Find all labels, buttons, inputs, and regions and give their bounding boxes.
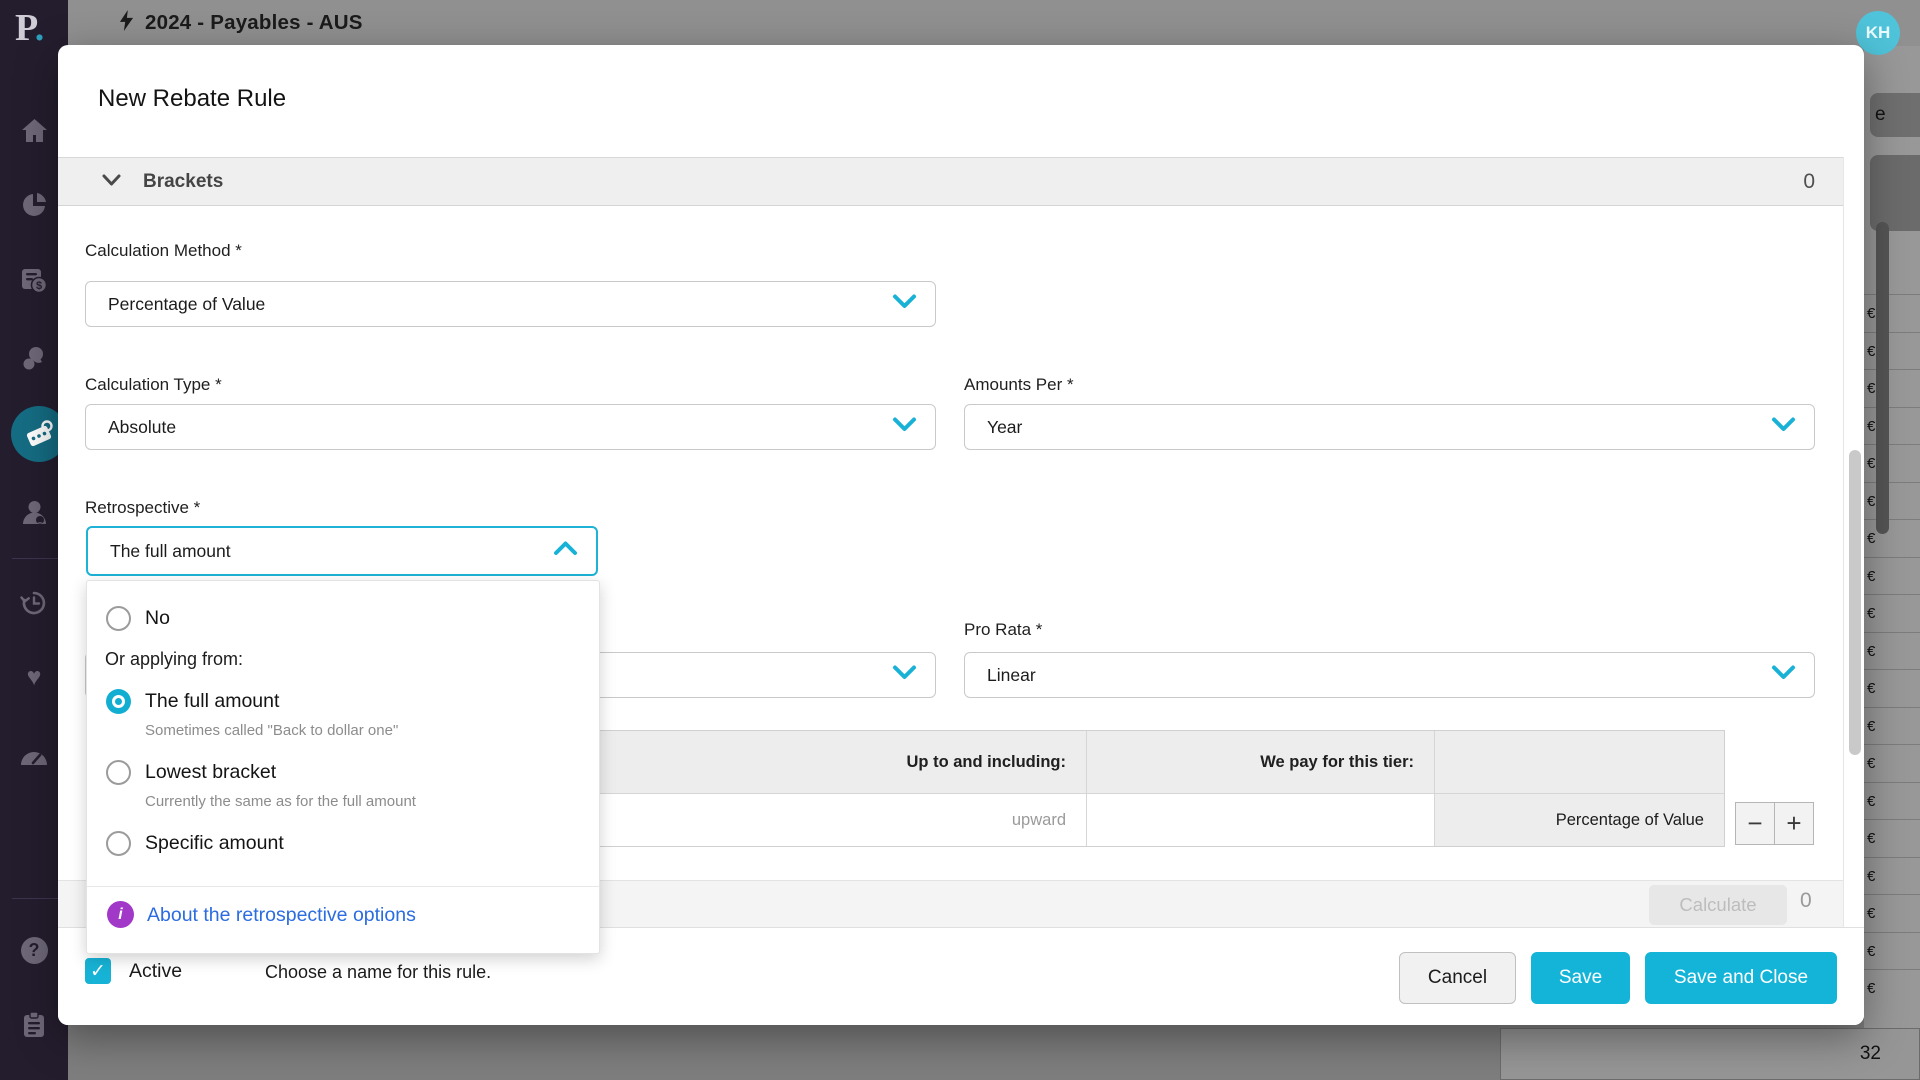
- panel-divider: [87, 886, 599, 887]
- pro-rata-label: Pro Rata *: [964, 620, 1042, 640]
- brackets-section-header[interactable]: Brackets 0: [58, 157, 1843, 206]
- active-checkbox[interactable]: ✓: [85, 958, 111, 984]
- invoice-dollar-icon: $: [19, 267, 49, 295]
- app-logo[interactable]: P.: [15, 6, 44, 50]
- avatar[interactable]: KH: [1856, 11, 1900, 55]
- radio-specific-amount-label[interactable]: Specific amount: [145, 832, 284, 855]
- question-icon: ?: [21, 937, 48, 964]
- column-header: We pay for this tier:: [1086, 731, 1434, 793]
- screen: 2024 - Payables - AUS e €€€€€€€€€€€€€€€€…: [0, 0, 1920, 1080]
- pie-chart-icon: [21, 191, 48, 218]
- radio-specific-amount[interactable]: [106, 831, 131, 856]
- minus-icon: −: [1747, 808, 1762, 839]
- section-label: Brackets: [143, 171, 223, 193]
- calculation-method-select[interactable]: Percentage of Value: [85, 281, 936, 327]
- modal-title: New Rebate Rule: [98, 85, 286, 113]
- radio-no-label[interactable]: No: [145, 607, 170, 630]
- name-hint: Choose a name for this rule.: [265, 962, 491, 983]
- sidebar-divider-bottom: [12, 898, 58, 899]
- chevron-down-icon: [892, 294, 917, 314]
- chevron-down-icon: [1771, 417, 1796, 437]
- clipboard-icon: [21, 1011, 47, 1039]
- calculate-button[interactable]: Calculate: [1649, 885, 1787, 925]
- remove-bracket-button[interactable]: −: [1735, 802, 1775, 845]
- brackets-table: Up to and including: We pay for this tie…: [593, 730, 1725, 847]
- new-rebate-rule-modal: New Rebate Rule Brackets 0 Calculation M…: [58, 45, 1864, 1025]
- history-icon: [20, 589, 48, 617]
- active-label: Active: [129, 960, 182, 983]
- retrospective-options-link[interactable]: About the retrospective options: [147, 904, 416, 927]
- add-bracket-button[interactable]: +: [1774, 802, 1814, 845]
- check-icon: ✓: [90, 960, 106, 983]
- contact-icon: [20, 345, 48, 372]
- amounts-per-label: Amounts Per *: [964, 375, 1074, 395]
- modal-scrollbar-track: [1843, 157, 1844, 927]
- radio-no[interactable]: [106, 606, 131, 631]
- user-icon: [21, 499, 48, 525]
- retrospective-select[interactable]: The full amount: [86, 526, 598, 576]
- radio-full-amount-label[interactable]: The full amount: [145, 690, 279, 713]
- table-row: Percentage of Value: [594, 793, 1724, 846]
- row-unit-cell: Percentage of Value: [1434, 794, 1724, 846]
- calculate-count: 0: [1800, 889, 1812, 913]
- table-header-row: Up to and including: We pay for this tie…: [594, 731, 1724, 793]
- column-header: Up to and including:: [594, 731, 1086, 793]
- chevron-down-icon: [1771, 665, 1796, 685]
- we-pay-input[interactable]: [1087, 794, 1434, 846]
- heart-icon: ♥: [27, 663, 42, 692]
- up-to-input[interactable]: [594, 794, 1086, 846]
- info-icon: i: [107, 901, 134, 928]
- chevron-down-icon: [892, 417, 917, 437]
- radio-lowest-bracket-label[interactable]: Lowest bracket: [145, 761, 276, 784]
- svg-text:$: $: [36, 280, 42, 292]
- column-header: [1434, 731, 1724, 793]
- save-button[interactable]: Save: [1531, 952, 1630, 1004]
- gauge-icon: [20, 748, 48, 766]
- rebate-tag-icon: [22, 417, 56, 451]
- sidebar-divider: [12, 558, 58, 559]
- chevron-down-icon: [892, 665, 917, 685]
- chevron-down-icon: [102, 173, 121, 191]
- radio-lowest-bracket[interactable]: [106, 760, 131, 785]
- pro-rata-select[interactable]: Linear: [964, 652, 1815, 698]
- plus-icon: +: [1786, 808, 1801, 839]
- calculation-type-select[interactable]: Absolute: [85, 404, 936, 450]
- cancel-button[interactable]: Cancel: [1399, 952, 1516, 1004]
- chevron-up-icon: [553, 541, 578, 561]
- save-and-close-button[interactable]: Save and Close: [1645, 952, 1837, 1004]
- amounts-per-select[interactable]: Year: [964, 404, 1815, 450]
- calculation-type-label: Calculation Type *: [85, 375, 222, 395]
- retrospective-label: Retrospective *: [85, 498, 200, 518]
- calculation-method-label: Calculation Method *: [85, 241, 242, 261]
- radio-full-amount[interactable]: [106, 689, 131, 714]
- radio-full-amount-hint: Sometimes called "Back to dollar one": [145, 722, 398, 739]
- modal-scrollbar-thumb[interactable]: [1849, 450, 1861, 755]
- retrospective-dropdown-panel: No Or applying from: The full amount Som…: [86, 580, 600, 954]
- home-icon: [21, 118, 48, 143]
- radio-lowest-bracket-hint: Currently the same as for the full amoun…: [145, 793, 416, 810]
- applying-from-label: Or applying from:: [105, 649, 243, 670]
- section-count: 0: [1803, 170, 1815, 194]
